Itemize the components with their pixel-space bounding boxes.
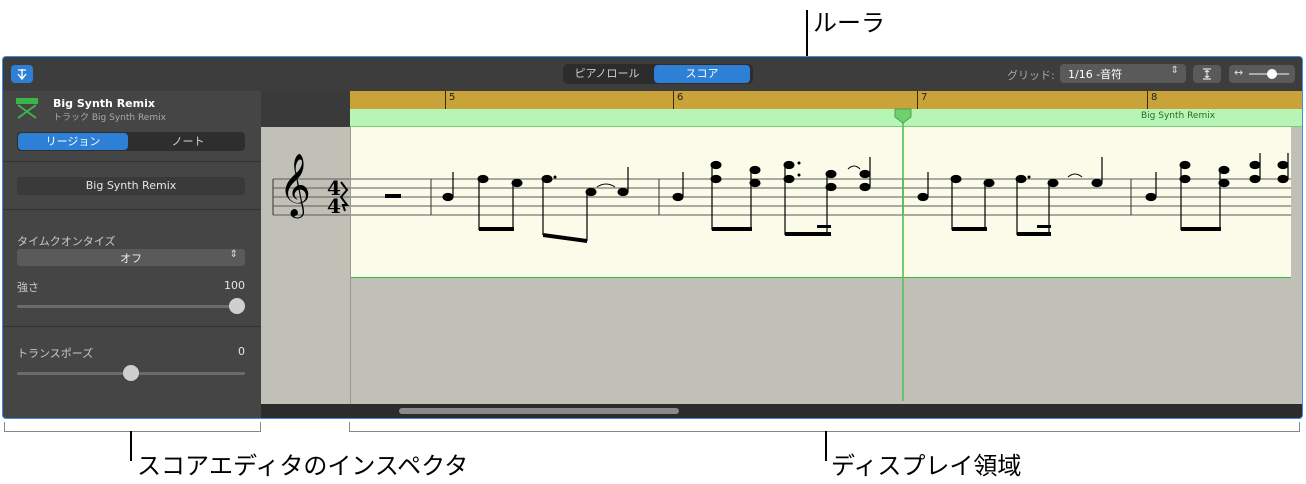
strength-slider-track[interactable] <box>17 305 245 308</box>
transpose-label: トランスポーズ <box>17 347 94 360</box>
catch-button[interactable] <box>11 65 33 83</box>
display-callout-line <box>825 431 827 461</box>
display-bracket <box>1299 422 1300 432</box>
note-tab[interactable]: ノート <box>133 133 243 150</box>
score-display-area: 5 6 7 8 Big Synth Remix 4 4 𝄞 <box>261 91 1302 418</box>
inspector-divider <box>3 161 261 162</box>
time-quantize-label: タイムクオンタイズ <box>17 235 116 248</box>
region-tab[interactable]: リージョン <box>18 133 128 150</box>
notes <box>442 167 629 243</box>
ruler-callout-label: ルーラ <box>813 9 885 37</box>
score-notation: 44 <box>272 153 1291 243</box>
inspector-callout-line <box>130 431 132 461</box>
horizontal-zoom-icon: ↔ <box>1234 66 1244 79</box>
strength-value: 100 <box>224 279 245 292</box>
strength-slider-knob[interactable] <box>229 298 245 314</box>
inspector-divider <box>3 209 261 210</box>
catch-icon <box>17 69 27 81</box>
playhead-line[interactable] <box>902 109 904 401</box>
ruler-bar-marker <box>1147 91 1148 109</box>
grid-label: グリッド: <box>1007 69 1055 82</box>
transpose-value: 0 <box>238 345 245 358</box>
piano-roll-tab[interactable]: ピアノロール <box>566 65 648 83</box>
fit-vertical-icon <box>1203 68 1211 80</box>
svg-text:4: 4 <box>327 194 341 218</box>
display-bracket <box>349 422 350 432</box>
score-editor-window: ピアノロール スコア グリッド: 1/16 -音符 ⇕ ↔ Big Synth … <box>2 56 1303 419</box>
toolbar: ピアノロール スコア グリッド: 1/16 -音符 ⇕ ↔ <box>3 57 1302 91</box>
ruler-bar-number: 6 <box>677 92 684 103</box>
region-label: Big Synth Remix <box>1141 111 1216 121</box>
ruler-bar-number: 8 <box>1151 92 1158 103</box>
track-synth-icon <box>16 98 38 119</box>
transpose-slider-knob[interactable] <box>123 365 139 381</box>
lower-region-area <box>261 278 1302 404</box>
treble-clef: 𝄞 <box>279 153 311 216</box>
inspector-callout-label: スコアエディタのインスペクタ <box>137 452 469 480</box>
fit-button[interactable] <box>1193 65 1221 83</box>
inspector-bracket <box>4 422 5 432</box>
grid-value: 1/16 -音符 <box>1068 68 1123 81</box>
inspector-divider <box>3 326 261 327</box>
header-gutter <box>261 91 350 127</box>
region-boundary-line <box>350 127 351 404</box>
zoom-slider[interactable]: ↔ <box>1229 65 1295 83</box>
ruler[interactable] <box>350 91 1302 109</box>
time-quantize-value: オフ <box>120 252 142 265</box>
inspector-bracket <box>4 431 261 432</box>
ruler-bar-marker <box>445 91 446 109</box>
time-signature: 44 <box>327 176 341 218</box>
ruler-bar-number: 7 <box>921 92 928 103</box>
staff-lines <box>273 178 1291 216</box>
playhead-handle-icon[interactable] <box>894 108 912 124</box>
region-name-field[interactable]: Big Synth Remix <box>17 177 245 195</box>
ruler-bar-marker <box>917 91 918 109</box>
score-tab[interactable]: スコア <box>654 65 750 83</box>
display-callout-label: ディスプレイ領域 <box>831 452 1022 480</box>
ruler-bar-number: 5 <box>449 92 456 103</box>
strength-label: 強さ <box>17 281 39 294</box>
zoom-knob[interactable] <box>1267 69 1277 79</box>
track-name: Big Synth Remix <box>53 97 155 110</box>
time-quantize-select[interactable]: オフ ⇕ <box>17 249 245 266</box>
select-chevron-icon: ⇕ <box>1170 65 1179 76</box>
notes <box>1145 153 1289 231</box>
score-inspector: Big Synth Remix トラック Big Synth Remix リージ… <box>3 91 261 418</box>
select-chevron-icon: ⇕ <box>229 249 238 260</box>
region-name-value: Big Synth Remix <box>85 179 177 192</box>
track-subtitle: トラック Big Synth Remix <box>53 113 166 123</box>
grid-select[interactable]: 1/16 -音符 ⇕ <box>1060 64 1186 83</box>
scrollbar-thumb[interactable] <box>399 408 679 414</box>
ruler-bar-marker <box>673 91 674 109</box>
inspector-bracket <box>260 422 261 432</box>
